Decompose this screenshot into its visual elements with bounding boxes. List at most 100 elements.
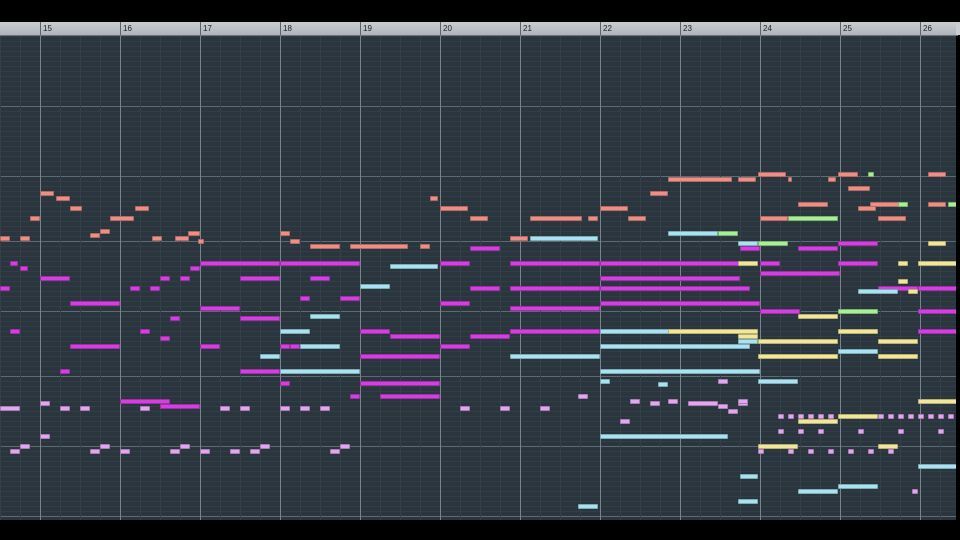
midi-note[interactable] <box>600 276 740 281</box>
midi-note[interactable] <box>668 399 678 404</box>
midi-note[interactable] <box>140 329 150 334</box>
midi-note[interactable] <box>898 429 904 434</box>
midi-note[interactable] <box>778 429 784 434</box>
midi-note[interactable] <box>718 404 728 409</box>
midi-note[interactable] <box>170 316 180 321</box>
midi-note[interactable] <box>918 464 956 469</box>
midi-note[interactable] <box>90 449 100 454</box>
midi-note[interactable] <box>760 309 800 314</box>
midi-note[interactable] <box>70 206 82 211</box>
midi-note[interactable] <box>340 444 350 449</box>
midi-note[interactable] <box>650 401 660 406</box>
midi-note[interactable] <box>740 246 760 251</box>
midi-note[interactable] <box>160 276 170 281</box>
midi-note[interactable] <box>888 414 894 419</box>
midi-note[interactable] <box>778 414 784 419</box>
midi-note[interactable] <box>260 354 280 359</box>
midi-note[interactable] <box>848 186 870 191</box>
midi-note[interactable] <box>798 489 838 494</box>
midi-note[interactable] <box>430 196 438 201</box>
midi-note[interactable] <box>760 216 788 221</box>
midi-note[interactable] <box>20 266 28 271</box>
midi-note[interactable] <box>198 239 204 244</box>
midi-note[interactable] <box>798 246 838 251</box>
midi-note[interactable] <box>290 239 300 244</box>
midi-note[interactable] <box>878 216 906 221</box>
midi-note[interactable] <box>540 406 550 411</box>
midi-note[interactable] <box>420 244 430 249</box>
midi-note[interactable] <box>300 406 310 411</box>
midi-note[interactable] <box>360 381 440 386</box>
midi-note[interactable] <box>928 172 946 177</box>
midi-note[interactable] <box>758 354 838 359</box>
midi-note[interactable] <box>600 206 628 211</box>
midi-note[interactable] <box>760 261 780 266</box>
midi-note[interactable] <box>718 379 728 384</box>
midi-note[interactable] <box>898 279 908 284</box>
midi-note[interactable] <box>200 449 210 454</box>
midi-note[interactable] <box>40 276 70 281</box>
midi-note[interactable] <box>918 286 956 291</box>
midi-note[interactable] <box>798 429 804 434</box>
midi-note[interactable] <box>460 406 470 411</box>
midi-note[interactable] <box>330 449 340 454</box>
midi-note[interactable] <box>818 429 824 434</box>
midi-note[interactable] <box>628 216 646 221</box>
midi-note[interactable] <box>798 314 838 319</box>
midi-note[interactable] <box>10 449 20 454</box>
midi-note[interactable] <box>390 264 438 269</box>
midi-note[interactable] <box>160 404 200 409</box>
midi-note[interactable] <box>260 444 270 449</box>
midi-note[interactable] <box>500 406 510 411</box>
timeline-ruler[interactable]: 15 16 17 18 19 20 21 22 23 24 25 26 <box>0 22 958 36</box>
midi-note[interactable] <box>80 406 90 411</box>
midi-note[interactable] <box>110 216 134 221</box>
midi-note[interactable] <box>190 266 200 271</box>
midi-note[interactable] <box>440 261 470 266</box>
midi-note[interactable] <box>510 354 600 359</box>
midi-note[interactable] <box>280 261 360 266</box>
midi-note[interactable] <box>798 419 838 424</box>
midi-note[interactable] <box>100 444 110 449</box>
midi-note[interactable] <box>718 231 738 236</box>
midi-note[interactable] <box>175 236 189 241</box>
midi-note[interactable] <box>798 202 828 207</box>
midi-note[interactable] <box>0 286 10 291</box>
midi-note[interactable] <box>510 236 528 241</box>
midi-note[interactable] <box>510 286 600 291</box>
midi-note[interactable] <box>740 474 758 479</box>
midi-note[interactable] <box>390 334 440 339</box>
midi-note[interactable] <box>600 379 610 384</box>
midi-note[interactable] <box>758 241 788 246</box>
midi-note[interactable] <box>938 429 944 434</box>
midi-note[interactable] <box>510 306 600 311</box>
midi-note[interactable] <box>788 216 838 221</box>
midi-note[interactable] <box>758 449 764 454</box>
midi-note[interactable] <box>220 406 230 411</box>
midi-note[interactable] <box>912 489 918 494</box>
midi-note[interactable] <box>828 414 834 419</box>
midi-note[interactable] <box>928 414 934 419</box>
midi-note[interactable] <box>868 449 874 454</box>
midi-note[interactable] <box>858 289 898 294</box>
midi-note[interactable] <box>240 276 280 281</box>
midi-note[interactable] <box>10 329 20 334</box>
midi-note[interactable] <box>380 394 440 399</box>
midi-note[interactable] <box>838 261 878 266</box>
midi-note[interactable] <box>838 414 878 419</box>
midi-note[interactable] <box>200 261 280 266</box>
midi-note[interactable] <box>280 406 290 411</box>
midi-note[interactable] <box>280 381 290 386</box>
midi-note[interactable] <box>10 261 18 266</box>
midi-note[interactable] <box>838 329 878 334</box>
midi-note[interactable] <box>300 344 340 349</box>
midi-note[interactable] <box>350 394 360 399</box>
midi-note[interactable] <box>280 344 290 349</box>
midi-note[interactable] <box>530 236 598 241</box>
midi-note[interactable] <box>738 177 756 182</box>
midi-note[interactable] <box>530 216 582 221</box>
midi-note[interactable] <box>200 306 240 311</box>
midi-note[interactable] <box>858 429 864 434</box>
midi-note[interactable] <box>918 329 956 334</box>
midi-note[interactable] <box>738 339 758 344</box>
